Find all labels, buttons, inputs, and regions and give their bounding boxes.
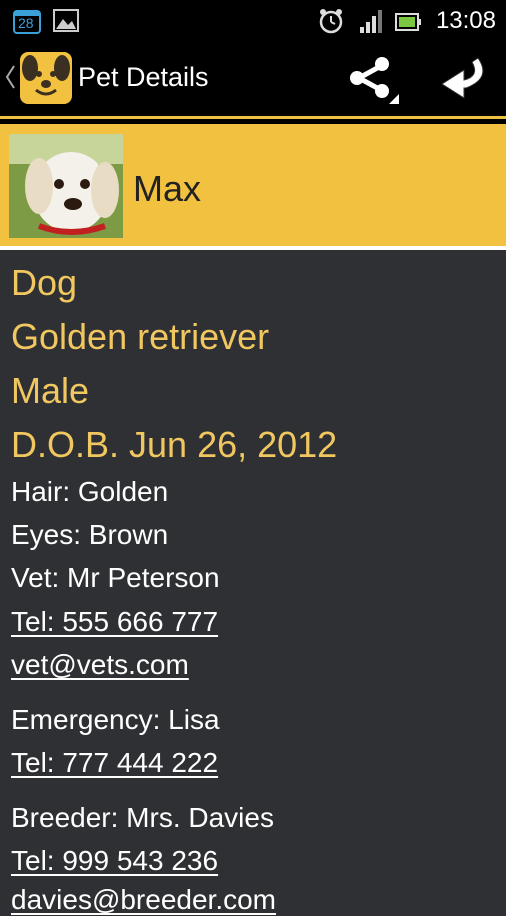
breed: Golden retriever (11, 316, 270, 357)
battery-icon (394, 7, 422, 40)
signal-icon (358, 7, 384, 40)
vet-phone-link[interactable]: Tel: 555 666 777 (11, 606, 218, 638)
return-icon[interactable] (434, 54, 492, 111)
gallery-icon (52, 7, 80, 40)
hair-color: Hair: Golden (11, 476, 169, 507)
eye-color: Eyes: Brown (11, 519, 169, 550)
accent-divider (0, 116, 506, 119)
pet-photo[interactable] (9, 134, 123, 238)
pet-name: Max (133, 168, 202, 209)
breeder-phone-link[interactable]: Tel: 999 543 236 (11, 845, 218, 877)
back-chevron-icon[interactable] (4, 64, 16, 95)
alarm-icon (318, 7, 344, 40)
calendar-day: 28 (18, 15, 34, 31)
breeder-email-link[interactable]: davies@breeder.com (11, 884, 276, 916)
vet-email-link[interactable]: vet@vets.com (11, 649, 189, 681)
page-title: Pet Details (78, 62, 209, 92)
species: Dog (11, 262, 78, 303)
sex: Male (11, 370, 90, 411)
header-divider (0, 246, 506, 250)
calendar-icon: 28 (12, 7, 42, 40)
status-bar: 28 13:08 (0, 0, 506, 42)
clock: 13:08 (435, 7, 496, 34)
vet-name: Vet: Mr Peterson (11, 562, 220, 593)
app-logo-icon[interactable] (20, 52, 72, 109)
breeder-name: Breeder: Mrs. Davies (11, 802, 274, 833)
emergency-contact: Emergency: Lisa (11, 704, 220, 735)
share-icon[interactable] (345, 52, 401, 113)
action-bar: Pet Details (0, 42, 506, 114)
emergency-phone-link[interactable]: Tel: 777 444 222 (11, 747, 218, 779)
date-of-birth: D.O.B. Jun 26, 2012 (11, 424, 338, 465)
